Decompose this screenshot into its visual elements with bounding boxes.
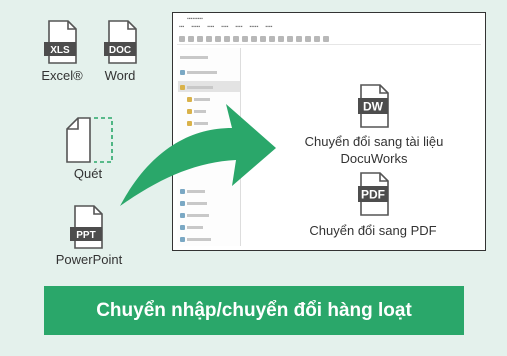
window-sidebar [177,48,241,246]
scan-label: Quét [73,166,103,181]
pdf-badge: PDF [361,188,385,202]
doc-badge: DOC [109,45,131,56]
docuworks-label: Chuyển đổi sang tài liệu DocuWorks [270,133,478,167]
excel-label: Excel® [41,68,83,83]
doc-file-icon: DOC [104,20,137,64]
window-toolbar [177,33,481,45]
ppt-badge: PPT [76,230,95,241]
xls-file-icon: XLS [44,20,77,64]
pdf-file-icon: PDF [358,172,389,216]
batch-conversion-banner: Chuyển nhập/chuyển đổi hàng loạt [44,286,464,335]
docuworks-file-icon: DW [358,84,389,128]
docuworks-label-line2: DocuWorks [340,151,408,166]
pdf-label: Chuyển đổi sang PDF [309,223,437,238]
dw-badge: DW [363,100,384,114]
window-menu-bar: ▪▪▪ ▪▪▪▪▪ ▪▪▪▪ ▪▪▪▪ ▪▪▪▪ ▪▪▪▪▪ ▪▪▪▪ [179,24,273,30]
xls-badge: XLS [50,45,70,56]
window-title-placeholder: ▪▪▪▪▪▪▪▪▪ [187,16,203,22]
word-label: Word [104,68,136,83]
ppt-file-icon: PPT [70,205,103,249]
docuworks-label-line1: Chuyển đổi sang tài liệu [304,134,444,149]
powerpoint-label: PowerPoint [55,252,123,267]
scan-document-icon [66,117,113,163]
app-window-mockup: ▪▪▪▪▪▪▪▪▪ ▪▪▪ ▪▪▪▪▪ ▪▪▪▪ ▪▪▪▪ ▪▪▪▪ ▪▪▪▪▪ ▪▪▪▪ [172,12,486,251]
